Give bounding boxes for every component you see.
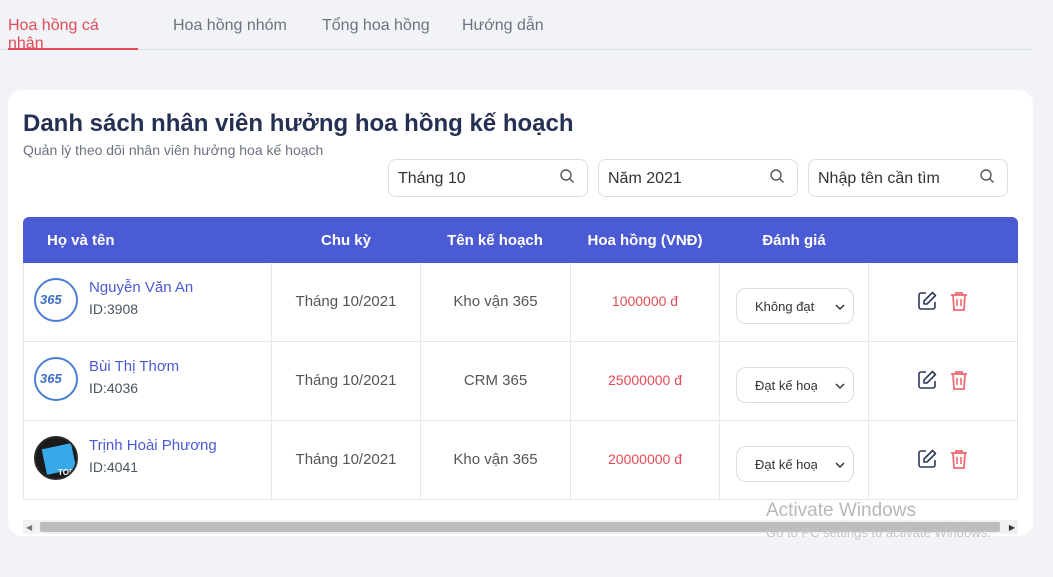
tab-bar: Hoa hồng cá nhân Hoa hồng nhóm Tổng hoa … bbox=[0, 0, 1033, 52]
watermark-title: Activate Windows bbox=[766, 500, 916, 521]
trash-icon[interactable] bbox=[948, 290, 970, 312]
plan-text: Kho vận 365 bbox=[453, 451, 538, 468]
avatar-logo: 365 bbox=[40, 292, 62, 307]
actions-cell bbox=[869, 421, 1017, 499]
rating-select[interactable]: Đạt kế hoạch bbox=[736, 446, 854, 482]
plan-text: Kho vận 365 bbox=[453, 293, 538, 310]
commission-table: Họ và tên Chu kỳ Tên kế hoạch Hoa hồng (… bbox=[23, 217, 1018, 500]
header-cycle: Chu kỳ bbox=[320, 232, 371, 249]
rating-select[interactable]: Không đạt bbox=[736, 288, 854, 324]
avatar-logo: TOD bbox=[58, 468, 75, 477]
name-search-input[interactable]: Nhập tên cần tìm bbox=[808, 159, 1008, 197]
avatar-logo: 365 bbox=[40, 371, 62, 386]
chevron-down-icon bbox=[835, 383, 845, 390]
rating-cell: Đạt kế hoạch bbox=[720, 342, 869, 420]
cycle-cell: Tháng 10/2021 bbox=[272, 342, 421, 420]
tab-group-commission[interactable]: Hoa hồng nhóm bbox=[173, 17, 287, 50]
commission-amount: 1000000 đ bbox=[611, 293, 679, 309]
avatar: 365 bbox=[34, 357, 78, 401]
page-subtitle: Quản lý theo dõi nhân viên hưởng hoa kế … bbox=[23, 142, 324, 158]
commission-cell: 20000000 đ bbox=[571, 421, 720, 499]
plan-cell: Kho vận 365 bbox=[421, 421, 571, 499]
table-row: 365 Bùi Thị Thơm ID:4036 Tháng 10/2021 C… bbox=[23, 342, 1018, 421]
employee-cell: TOD Trịnh Hoài Phương ID:4041 bbox=[24, 421, 272, 499]
employee-name-link[interactable]: Trịnh Hoài Phương bbox=[89, 437, 217, 454]
month-filter-value: Tháng 10 bbox=[398, 170, 466, 187]
cycle-text: Tháng 10/2021 bbox=[295, 293, 397, 310]
header-name: Họ và tên bbox=[47, 232, 115, 249]
avatar: 365 bbox=[34, 278, 78, 322]
rating-select-value: Đạt kế hoạch bbox=[755, 457, 817, 472]
rating-cell: Đạt kế hoạch bbox=[720, 421, 869, 499]
employee-name-link[interactable]: Nguyễn Văn An bbox=[89, 279, 193, 296]
page-title: Danh sách nhân viên hưởng hoa hồng kế ho… bbox=[23, 110, 574, 137]
cycle-cell: Tháng 10/2021 bbox=[272, 421, 421, 499]
table-header: Họ và tên Chu kỳ Tên kế hoạch Hoa hồng (… bbox=[23, 217, 1018, 263]
cycle-text: Tháng 10/2021 bbox=[295, 451, 397, 468]
search-icon[interactable] bbox=[979, 168, 995, 184]
name-search-placeholder: Nhập tên cần tìm bbox=[818, 170, 940, 187]
trash-icon[interactable] bbox=[948, 369, 970, 391]
cycle-cell: Tháng 10/2021 bbox=[272, 263, 421, 341]
employee-id: ID:4041 bbox=[89, 459, 139, 475]
avatar: TOD bbox=[34, 436, 78, 480]
edit-icon[interactable] bbox=[916, 448, 938, 470]
header-commission: Hoa hồng (VNĐ) bbox=[587, 232, 703, 249]
actions-cell bbox=[869, 263, 1017, 341]
plan-cell: Kho vận 365 bbox=[421, 263, 571, 341]
commission-amount: 25000000 đ bbox=[608, 372, 682, 388]
edit-icon[interactable] bbox=[916, 290, 938, 312]
employee-commission-card: Danh sách nhân viên hưởng hoa hồng kế ho… bbox=[8, 90, 1033, 536]
rating-select[interactable]: Đạt kế hoạch bbox=[736, 367, 854, 403]
watermark-subtitle: Go to PC settings to activate Windows. bbox=[766, 525, 991, 540]
chevron-down-icon bbox=[835, 462, 845, 469]
rating-select-value: Đạt kế hoạch bbox=[755, 378, 817, 393]
plan-text: CRM 365 bbox=[463, 372, 528, 389]
search-icon bbox=[770, 169, 784, 183]
month-filter[interactable]: Tháng 10 bbox=[388, 159, 588, 197]
scroll-left-arrow-icon[interactable]: ◀ bbox=[26, 523, 32, 532]
table-row: 365 Nguyễn Văn An ID:3908 Tháng 10/2021 … bbox=[23, 263, 1018, 342]
search-icon bbox=[560, 169, 574, 183]
rating-select-value: Không đạt bbox=[755, 299, 815, 314]
year-filter-value: Năm 2021 bbox=[608, 170, 682, 187]
employee-name-link[interactable]: Bùi Thị Thơm bbox=[89, 358, 179, 375]
rating-cell: Không đạt bbox=[720, 263, 869, 341]
tab-total-commission[interactable]: Tổng hoa hồng bbox=[322, 17, 430, 50]
employee-id: ID:3908 bbox=[89, 301, 139, 317]
windows-activation-watermark: Activate Windows Go to PC settings to ac… bbox=[766, 500, 991, 540]
trash-icon[interactable] bbox=[948, 448, 970, 470]
tab-personal-commission[interactable]: Hoa hồng cá nhân bbox=[8, 17, 138, 52]
chevron-down-icon bbox=[835, 304, 845, 311]
cycle-text: Tháng 10/2021 bbox=[295, 372, 397, 389]
plan-cell: CRM 365 bbox=[421, 342, 571, 420]
year-filter[interactable]: Năm 2021 bbox=[598, 159, 798, 197]
commission-amount: 20000000 đ bbox=[608, 451, 682, 467]
header-plan: Tên kế hoạch bbox=[447, 232, 543, 249]
employee-cell: 365 Nguyễn Văn An ID:3908 bbox=[24, 263, 272, 341]
table-row: TOD Trịnh Hoài Phương ID:4041 Tháng 10/2… bbox=[23, 421, 1018, 500]
commission-cell: 1000000 đ bbox=[571, 263, 720, 341]
scroll-right-arrow-icon[interactable]: ▶ bbox=[1009, 523, 1015, 532]
header-rating: Đánh giá bbox=[762, 232, 826, 249]
employee-id: ID:4036 bbox=[89, 380, 139, 396]
commission-cell: 25000000 đ bbox=[571, 342, 720, 420]
edit-icon[interactable] bbox=[916, 369, 938, 391]
employee-cell: 365 Bùi Thị Thơm ID:4036 bbox=[24, 342, 272, 420]
actions-cell bbox=[869, 342, 1017, 420]
tab-guide[interactable]: Hướng dẫn bbox=[462, 17, 544, 50]
